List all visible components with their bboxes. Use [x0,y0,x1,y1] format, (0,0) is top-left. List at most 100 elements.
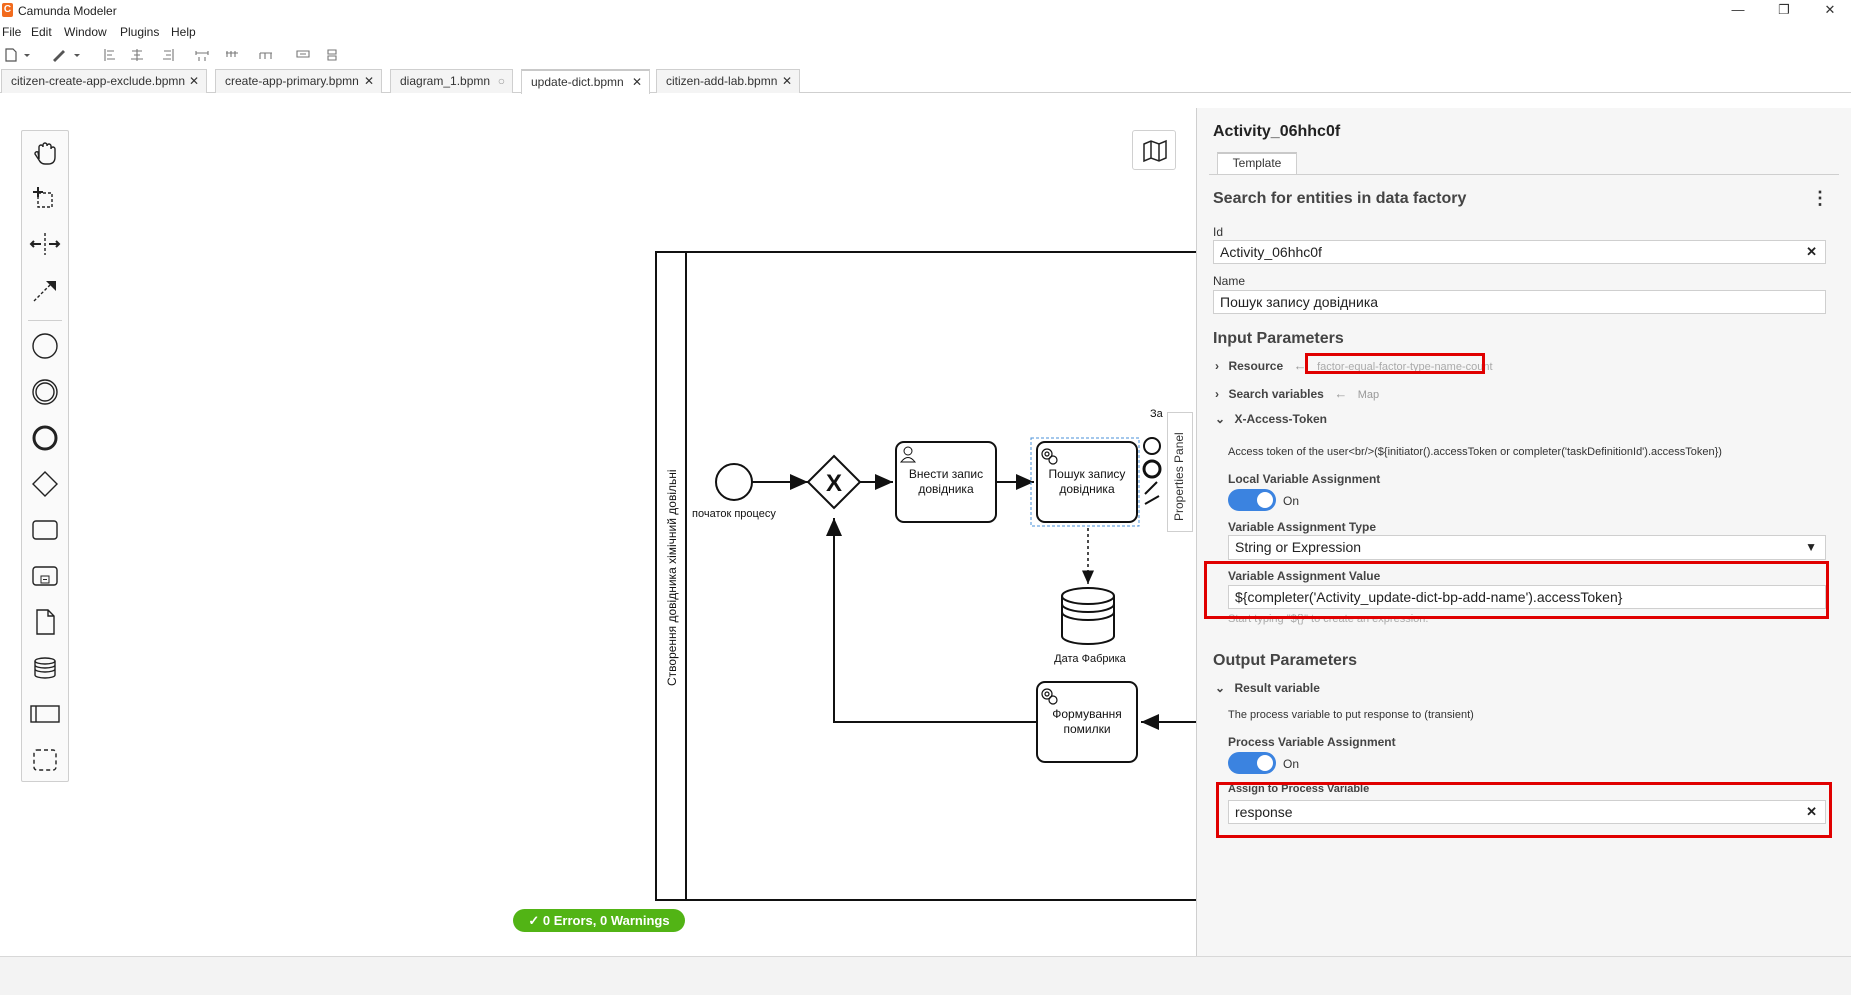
task-search-label-1: Пошук запису [1049,467,1126,481]
menu-edit[interactable]: Edit [31,25,52,39]
intermediate-event-tool-icon[interactable] [22,373,68,411]
maximize-button[interactable]: ❐ [1761,0,1807,22]
toolbar [0,44,400,66]
pool[interactable] [655,251,1196,901]
group-tool-icon[interactable] [22,741,68,779]
start-event[interactable] [715,463,753,501]
tab-create-app-primary[interactable]: create-app-primary.bpmn ✕ [215,69,382,93]
pool-tool-icon[interactable] [22,695,68,733]
task-add-record-label-1: Внести запис [909,467,983,481]
arrow-left-icon: ← [1334,386,1348,401]
process-assignment-toggle[interactable] [1228,752,1276,774]
minimize-button[interactable]: — [1715,0,1761,22]
tab-citizen-create-app-exclude[interactable]: citizen-create-app-exclude.bpmn ✕ [1,69,207,93]
start-event-tool-icon[interactable] [22,327,68,365]
title-bar: C Camunda Modeler — ❐ ✕ [0,0,1851,22]
process-assignment-label: Process Variable Assignment [1228,735,1396,749]
context-pad[interactable] [1142,437,1162,505]
end-event-tool-icon[interactable] [22,419,68,457]
task-add-record-label-2: довідника [918,482,974,496]
data-store[interactable] [1061,587,1115,645]
align-distribute-icons[interactable] [100,47,340,63]
close-tab-icon[interactable]: ✕ [632,71,642,93]
space-tool-icon[interactable] [22,225,68,263]
new-file-icon[interactable] [4,48,32,62]
minimap-toggle-button[interactable] [1132,130,1176,170]
gateway-tool-icon[interactable] [22,465,68,503]
lint-status-badge[interactable]: ✓ 0 Errors, 0 Warnings [513,909,685,932]
tab-label: update-dict.bpmn [531,75,624,89]
menu-help[interactable]: Help [171,25,196,39]
template-menu-icon[interactable]: ⋮ [1811,188,1829,209]
window-title: Camunda Modeler [18,4,117,18]
tab-update-dict[interactable]: update-dict.bpmn ✕ [521,69,650,94]
x-access-token-description: Access token of the user<br/>(${initiato… [1228,446,1722,458]
close-tab-icon[interactable]: ✕ [782,70,792,92]
template-name: Search for entities in data factory [1213,190,1467,207]
tab-label: citizen-create-app-exclude.bpmn [11,74,186,88]
gateway-x-icon: X [826,470,842,497]
task-tool-icon[interactable] [22,511,68,549]
tab-citizen-add-lab[interactable]: citizen-add-lab.bpmn ✕ [656,69,800,93]
properties-panel: Activity_06hhc0f Template Search for ent… [1196,108,1851,956]
camunda-logo-icon: C [2,3,13,17]
task-search-label-2: довідника [1059,482,1115,496]
status-bar [0,956,1851,995]
tool-palette [21,130,69,782]
global-connect-tool-icon[interactable] [22,271,68,309]
pool-label: Створення довідника хімічний довільні [665,469,679,686]
close-tab-icon[interactable]: ✕ [364,70,374,92]
diagram-canvas[interactable]: Створення довідника хімічний довільні по… [0,94,1196,954]
name-input[interactable]: Пошук запису довідника [1213,290,1826,314]
panel-title: Activity_06hhc0f [1213,123,1341,140]
local-assignment-state: On [1283,494,1300,508]
resource-highlight-box [1305,353,1485,374]
subprocess-tool-icon[interactable] [22,557,68,595]
palette-divider [28,320,62,321]
task-error-label-2: помилки [1063,722,1110,736]
tab-bar: citizen-create-app-exclude.bpmn ✕ create… [0,69,1851,94]
x-access-token-label: X-Access-Token [1234,412,1327,426]
context-pad-label: За [1150,408,1164,420]
menu-plugins[interactable]: Plugins [120,25,159,39]
tab-label: citizen-add-lab.bpmn [666,74,778,88]
lasso-tool-icon[interactable] [22,179,68,217]
hand-tool-icon[interactable] [22,133,68,171]
result-variable-description: The process variable to put response to … [1228,709,1474,721]
resource-label: Resource [1228,359,1284,373]
toggle-knob [1257,755,1273,771]
tab-label: diagram_1.bpmn [400,74,491,88]
unsaved-tab-icon[interactable]: ○ [498,70,505,92]
chevron-right-icon: › [1215,387,1219,401]
tab-diagram-1[interactable]: diagram_1.bpmn ○ [390,69,513,93]
menu-window[interactable]: Window [64,25,107,39]
properties-panel-toggle[interactable]: Properties Panel [1167,412,1193,532]
tab-template[interactable]: Template [1217,152,1297,174]
data-object-tool-icon[interactable] [22,603,68,641]
close-tab-icon[interactable]: ✕ [189,70,199,92]
deploy-icon[interactable] [50,48,82,62]
search-variables-row[interactable]: › Search variables ← Map [1215,385,1379,403]
chevron-down-icon: ⌄ [1215,681,1226,695]
menu-bar: File Edit Window Plugins Help [0,22,400,42]
result-variable-row[interactable]: ⌄ Result variable [1215,679,1320,697]
data-store-tool-icon[interactable] [22,649,68,687]
data-store-label: Дата Фабрика [1054,653,1127,665]
search-variables-label: Search variables [1228,387,1324,401]
assignment-type-select[interactable]: String or Expression ▼ [1228,535,1826,560]
clear-id-icon[interactable]: ✕ [1806,241,1817,263]
close-window-button[interactable]: ✕ [1807,0,1851,22]
search-variables-value: Map [1357,389,1380,401]
assignment-value-highlight-box [1204,561,1829,619]
start-event-label: початок процесу [692,508,776,520]
id-input[interactable]: Activity_06hhc0f ✕ [1213,240,1826,264]
task-error-label-1: Формування [1052,707,1122,721]
output-parameters-heading: Output Parameters [1213,652,1358,669]
toggle-knob [1257,492,1273,508]
menu-file[interactable]: File [2,25,21,39]
local-assignment-toggle[interactable] [1228,489,1276,511]
local-assignment-label: Local Variable Assignment [1228,472,1381,486]
x-access-token-row[interactable]: ⌄ X-Access-Token [1215,410,1327,428]
input-parameters-heading: Input Parameters [1213,330,1344,347]
panel-tab-divider [1209,174,1839,175]
